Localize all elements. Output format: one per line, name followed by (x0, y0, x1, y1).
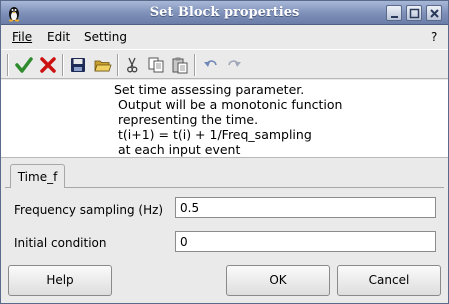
minimize-icon (391, 16, 398, 18)
redo-icon[interactable] (225, 56, 243, 74)
cancel-x-icon[interactable] (39, 56, 57, 74)
maximize-icon (409, 8, 420, 19)
toolbar (1, 49, 448, 79)
frequency-sampling-label: Frequency sampling (Hz) (14, 203, 164, 217)
cut-icon[interactable] (123, 56, 141, 74)
maximize-button[interactable] (406, 5, 422, 21)
description-line: Output will be a monotonic function (114, 97, 343, 112)
ok-check-icon[interactable] (15, 56, 33, 74)
initial-condition-label: Initial condition (14, 236, 107, 250)
menu-file[interactable]: File (12, 30, 32, 44)
window-title: Set Block properties (149, 5, 300, 20)
ok-button[interactable]: OK (226, 265, 330, 296)
description-line: at each input event (114, 142, 241, 157)
description-line: t(i+1) = t(i) + 1/Freq_sampling (114, 127, 312, 142)
description-line: Set time assessing parameter. (114, 82, 305, 97)
copy-icon[interactable] (147, 56, 165, 74)
menu-edit[interactable]: Edit (47, 30, 70, 44)
cancel-button[interactable]: Cancel (337, 265, 441, 296)
menu-setting[interactable]: Setting (84, 30, 127, 44)
help-button[interactable]: Help (8, 265, 112, 296)
open-folder-icon[interactable] (94, 56, 112, 74)
initial-condition-input[interactable] (175, 231, 436, 252)
description-panel: Set time assessing parameter. Output wil… (1, 80, 448, 158)
toolbar-separator (117, 54, 119, 76)
close-icon (430, 9, 439, 18)
title-bar[interactable]: Set Block properties (1, 1, 448, 25)
paste-icon[interactable] (171, 56, 189, 74)
save-icon[interactable] (69, 56, 87, 74)
toolbar-separator (194, 54, 196, 76)
toolbar-separator (62, 54, 64, 76)
description-line: representing the time. (114, 112, 259, 127)
frequency-sampling-input[interactable] (175, 197, 436, 218)
close-button[interactable] (426, 5, 442, 21)
minimize-button[interactable] (386, 5, 402, 21)
menu-help[interactable]: ? (431, 30, 437, 44)
tab-time-f[interactable]: Time_f (10, 164, 65, 188)
toolbar-separator (7, 54, 9, 76)
menu-bar: File Edit Setting ? (1, 26, 448, 48)
undo-icon[interactable] (202, 56, 220, 74)
dialog-window: Set Block properties File Edit Setting ? (0, 0, 449, 304)
